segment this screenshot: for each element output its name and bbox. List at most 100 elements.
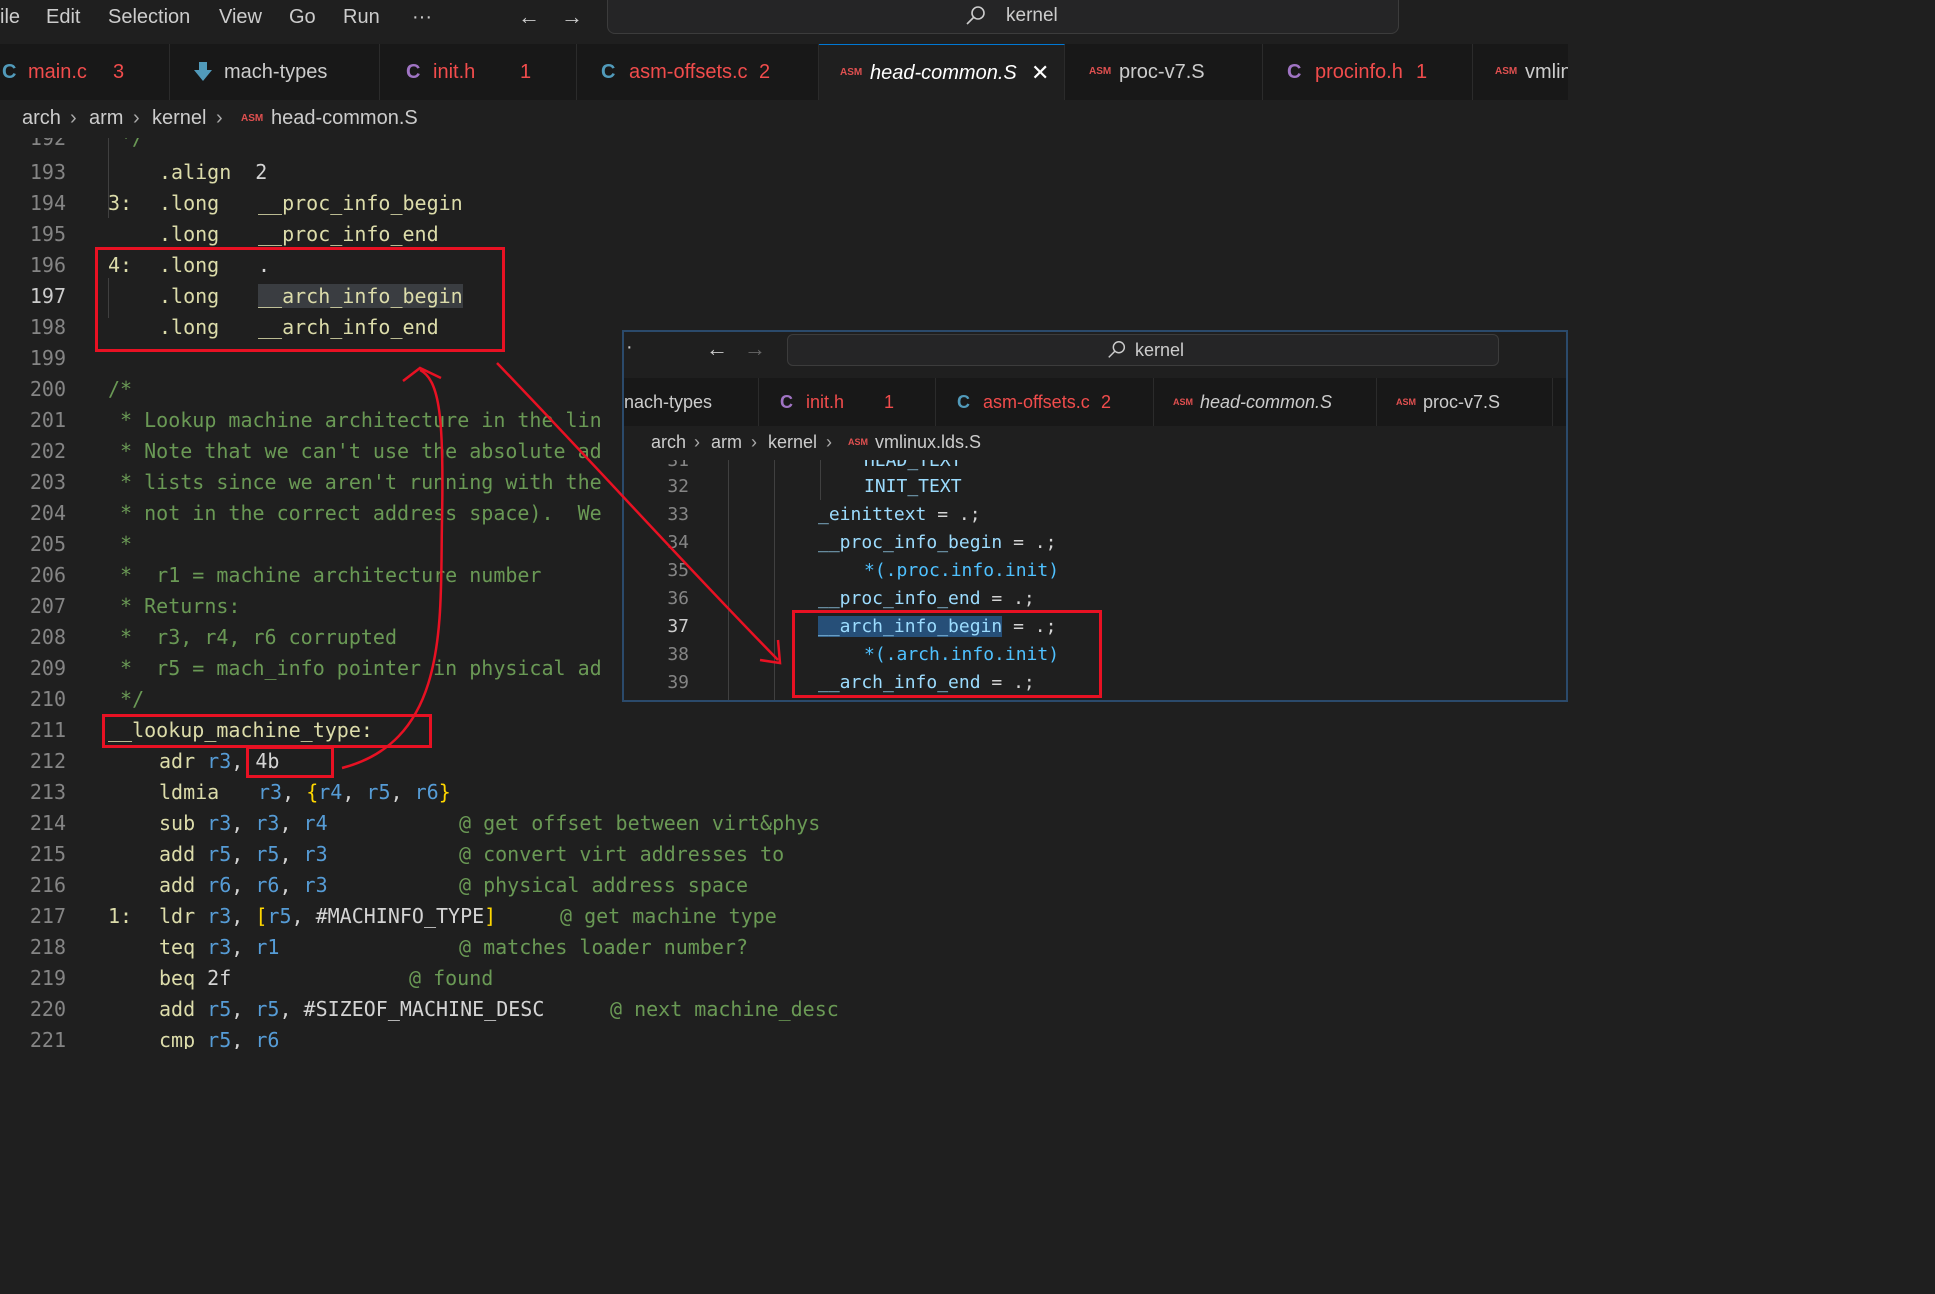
line-number-current: 37 (667, 616, 689, 637)
code-line: add r5, r5, r3 (159, 842, 328, 866)
menu-more[interactable]: ··· (412, 4, 432, 30)
tab-init-h[interactable]: C init.h 1 (758, 378, 936, 426)
tab-head-common-s[interactable]: ASM head-common.S (1153, 378, 1377, 426)
back-button[interactable]: ← (706, 336, 728, 362)
tab-vmlinux[interactable]: ASM vmlin (1473, 44, 1568, 100)
breadcrumb-arm[interactable]: arm (711, 432, 742, 453)
line-number: 212 (29, 749, 66, 773)
tab-proc-v7-s[interactable]: ASM proc-v7.S (1065, 44, 1263, 100)
breadcrumb-arch[interactable]: arch (651, 432, 686, 453)
tab-main-c[interactable]: C main.c 3 (0, 44, 170, 100)
asm-file-icon: ASM (1089, 66, 1112, 77)
line-number: 204 (29, 501, 66, 525)
line-number-current: 197 (29, 284, 66, 308)
code-line: 3: (108, 191, 132, 215)
tab-mach-types[interactable]: nach-types (624, 378, 759, 426)
breadcrumb-chevron-icon: › (133, 107, 140, 129)
code-line: __proc_info_end = .; (818, 588, 1035, 609)
search-icon (1108, 341, 1126, 358)
command-center-search[interactable]: kernel (607, 0, 1399, 34)
code-line: /* (108, 377, 133, 401)
breadcrumb-kernel[interactable]: kernel (152, 107, 206, 130)
forward-button[interactable]: → (561, 6, 583, 28)
tab-head-common-s[interactable]: ASM head-common.S ✕ (819, 44, 1065, 100)
menu-selection[interactable]: Selection (108, 4, 190, 30)
tab-error-count: 3 (113, 61, 125, 83)
breadcrumb-chevron-icon: › (751, 432, 757, 452)
code-line: * r3, r4, r6 corrupted (108, 625, 397, 649)
tab-label: proc-v7.S (1119, 61, 1205, 83)
menu-view[interactable]: View (219, 4, 262, 30)
code-comment: @ matches loader number? (459, 935, 748, 959)
asm-file-icon: ASM (1173, 397, 1193, 407)
line-number: 193 (29, 160, 66, 184)
tab-asm-offsets-c[interactable]: C asm-offsets.c 2 (577, 44, 819, 100)
c-file-icon: C (2, 61, 17, 83)
breadcrumb-kernel[interactable]: kernel (768, 432, 817, 453)
back-button[interactable]: ← (518, 6, 540, 28)
popup-search[interactable]: kernel (787, 334, 1499, 366)
tab-bar: C main.c 3 mach-types C init.h 1 C asm-o… (0, 44, 1568, 100)
breadcrumb-chevron-icon: › (70, 107, 77, 129)
forward-button[interactable]: → (744, 336, 766, 362)
line-number: 201 (29, 408, 66, 432)
tab-error-count: 2 (1101, 392, 1112, 412)
code-comment: @ next machine_desc (610, 997, 839, 1021)
code-line: * r1 = machine architecture number (108, 563, 542, 587)
code-line: * Returns: (108, 594, 241, 618)
tab-procinfo-h[interactable]: C procinfo.h 1 (1263, 44, 1473, 100)
close-icon[interactable]: ✕ (1031, 45, 1049, 100)
c-file-icon: C (601, 61, 616, 83)
breadcrumb-chevron-icon: › (826, 432, 832, 452)
line-number: 205 (29, 532, 66, 556)
tab-proc-v7-s[interactable]: ASM proc-v7.S (1376, 378, 1553, 426)
menu-go[interactable]: Go (289, 4, 316, 30)
tab-label: init.h (806, 392, 845, 412)
tab-error-count: 1 (520, 61, 532, 83)
indent-guide (728, 460, 729, 700)
code-comment: @ convert virt addresses to (459, 842, 785, 866)
line-number: 216 (29, 873, 66, 897)
breadcrumb-arm[interactable]: arm (89, 107, 123, 130)
popup-title-bar: · ← → kernel (624, 332, 1566, 372)
line-number: 215 (29, 842, 66, 866)
tab-asm-offsets-c[interactable]: C asm-offsets.c 2 (935, 378, 1154, 426)
tab-label: asm-offsets.c (983, 392, 1090, 412)
annotation-box-arch-info (792, 610, 1102, 698)
line-number: 221 (29, 1028, 66, 1049)
breadcrumb-chevron-icon: › (216, 107, 223, 129)
line-number: 31 (667, 460, 689, 471)
breadcrumb-chevron-icon: › (694, 432, 700, 452)
line-number: 38 (667, 644, 689, 665)
tab-label: vmlin (1525, 61, 1568, 83)
code-line: HEAD_TEXT (864, 460, 962, 471)
menu-edit[interactable]: Edit (46, 4, 80, 30)
code-comment: @ get offset between virt&phys (459, 811, 821, 835)
code-line: _einittext = .; (818, 504, 981, 525)
code-line: beq 2f (159, 966, 232, 990)
code-line: *(.proc.info.init) (864, 560, 1060, 581)
c-file-icon: C (957, 392, 970, 412)
breadcrumb-file[interactable]: vmlinux.lds.S (875, 432, 981, 453)
line-number: 198 (29, 315, 66, 339)
breadcrumb-arch[interactable]: arch (22, 107, 61, 130)
tab-label: head-common.S (1200, 392, 1333, 412)
menu-file[interactable]: ile (0, 4, 20, 30)
tab-label: nach-types (624, 392, 713, 412)
tab-mach-types[interactable]: mach-types (170, 44, 380, 100)
breadcrumb-file[interactable]: head-common.S (271, 107, 418, 130)
menu-run[interactable]: Run (343, 4, 380, 30)
line-number: 213 (29, 780, 66, 804)
label: 3: (108, 191, 133, 215)
code-line: .long (159, 222, 219, 246)
menu-bar: ile Edit Selection View Go Run ··· ← → k… (0, 0, 1568, 44)
symbol: __proc_info_begin (258, 191, 463, 215)
line-number: 34 (667, 532, 689, 553)
asm-file-icon: ASM (840, 67, 863, 78)
tab-init-h[interactable]: C init.h 1 (380, 44, 577, 100)
c-header-icon: C (780, 392, 793, 412)
tab-error-count: 2 (759, 61, 771, 83)
line-number: 192 (29, 138, 66, 150)
tab-error-count: 1 (884, 392, 895, 412)
code-line: * r5 = mach_info pointer in physical ad (108, 656, 602, 680)
